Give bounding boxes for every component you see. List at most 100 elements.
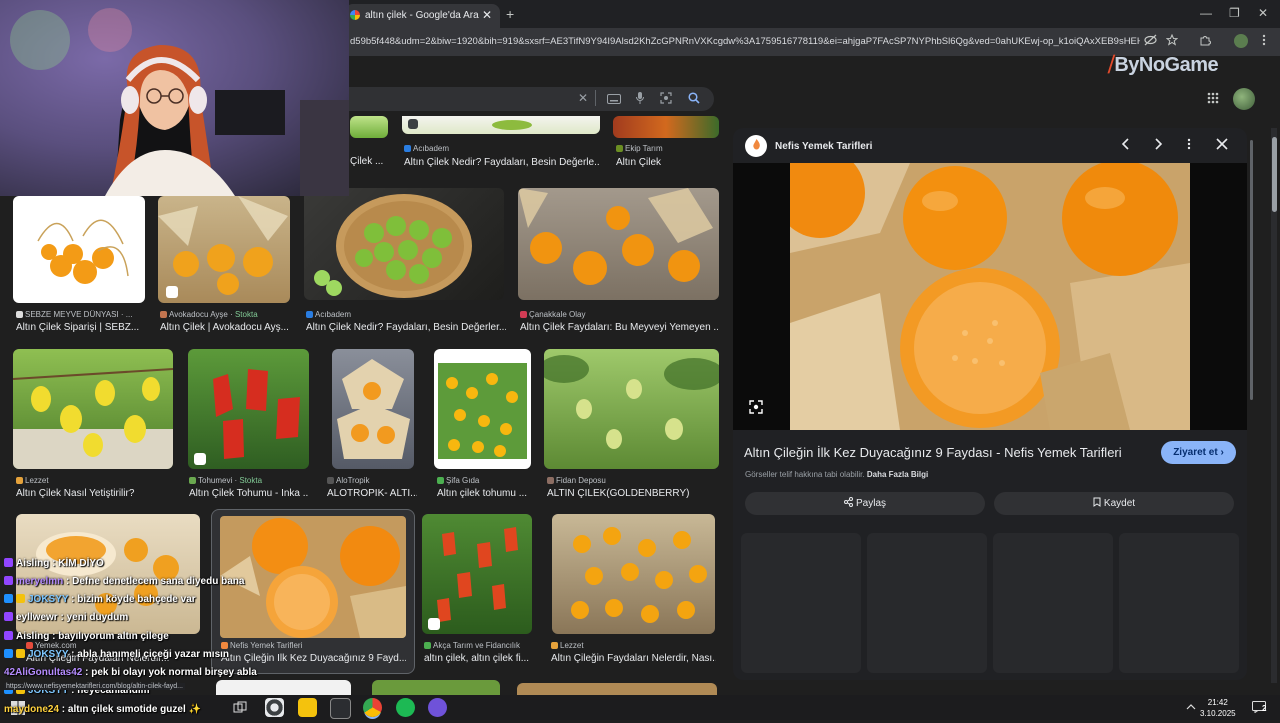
lens-icon[interactable] xyxy=(660,92,672,107)
result-source: Acıbadem xyxy=(306,310,506,319)
page-scrollbar-thumb[interactable] xyxy=(1272,137,1277,212)
search-input[interactable] xyxy=(330,87,714,111)
share-button[interactable]: Paylaş xyxy=(745,492,985,515)
chrome-icon[interactable] xyxy=(363,698,382,717)
more-info-link[interactable]: Daha Fazla Bilgi xyxy=(867,470,928,479)
preview-image[interactable] xyxy=(775,148,1190,430)
app-icon[interactable] xyxy=(330,698,351,719)
image-tile-sebze[interactable] xyxy=(13,196,145,303)
keyboard-icon[interactable] xyxy=(607,93,621,107)
chevron-right-icon: › xyxy=(1220,447,1224,458)
result-caption[interactable]: altın çilek, altın çilek fi... xyxy=(424,653,534,664)
task-view-icon[interactable] xyxy=(230,698,249,717)
result-caption[interactable]: Altın çilek tohumu ... xyxy=(437,488,532,499)
result-caption[interactable]: Altın Çilek | Avokadocu Ayş... xyxy=(160,322,290,333)
clock-time: 21:42 xyxy=(1207,698,1228,707)
image-tile-tohumevi[interactable] xyxy=(188,349,309,469)
image-tile-acibadem-top[interactable] xyxy=(402,116,600,134)
watermark-text: ByNoGame xyxy=(1114,54,1219,76)
clear-search-icon[interactable]: ✕ xyxy=(578,91,588,105)
restore-button[interactable]: ❐ xyxy=(1229,6,1240,20)
result-caption-partial[interactable]: Çilek ... xyxy=(350,156,390,167)
image-tile-avokadocu[interactable] xyxy=(158,196,290,303)
result-source: Lezzet xyxy=(16,476,166,485)
result-caption[interactable]: Altın Çilek Nedir? Faydaları, Besin Değe… xyxy=(306,322,506,333)
image-tile-sifa[interactable] xyxy=(434,349,531,469)
panel-scrollbar[interactable] xyxy=(1250,140,1253,400)
system-clock[interactable]: 21:42 3.10.2025 xyxy=(1200,697,1236,719)
tab-title: altın çilek - Google'da Ara xyxy=(365,10,479,21)
image-tile-alotropik[interactable] xyxy=(332,349,414,469)
save-button[interactable]: Kaydet xyxy=(994,492,1234,515)
spotify-icon[interactable] xyxy=(396,698,415,717)
result-caption[interactable]: Altın Çileğin İlk Kez Duyacağınız 9 Fayd… xyxy=(221,653,406,664)
result-source: Avokadocu Ayşe · Stokta xyxy=(160,310,295,319)
minimize-button[interactable]: — xyxy=(1200,6,1212,20)
chat-badge-icon xyxy=(4,576,13,585)
image-tile-acibadem[interactable] xyxy=(304,188,504,300)
image-tile-partial[interactable] xyxy=(517,683,717,695)
app-icon[interactable] xyxy=(428,698,447,717)
bynogame-watermark: ⧸ByNoGame xyxy=(1108,54,1219,77)
share-icon xyxy=(843,497,853,507)
image-tile-partial[interactable] xyxy=(350,116,388,138)
result-caption[interactable]: ALOTROPİK- ALTI... xyxy=(327,488,417,499)
chevron-left-icon[interactable] xyxy=(1121,137,1131,154)
microphone-icon[interactable] xyxy=(636,92,644,107)
kebab-menu-icon[interactable] xyxy=(1262,34,1266,49)
image-tile-ekip-top[interactable] xyxy=(613,116,719,138)
result-source: SEBZE MEYVE DÜNYASI · ... xyxy=(16,310,144,319)
result-caption[interactable]: Altın Çilek xyxy=(616,157,716,168)
eye-off-icon[interactable] xyxy=(1144,34,1157,49)
new-tab-button[interactable]: + xyxy=(506,6,514,22)
image-tile-lezzet[interactable] xyxy=(13,349,173,469)
result-caption[interactable]: Altın Çilek Siparişi | SEBZ... xyxy=(16,322,144,333)
google-account-avatar[interactable] xyxy=(1233,88,1255,110)
image-tile-partial[interactable] xyxy=(216,680,351,695)
chat-message: eyllwewr : yeni duydum xyxy=(4,612,128,623)
google-apps-icon[interactable] xyxy=(1207,91,1219,107)
chevron-right-icon[interactable] xyxy=(1153,137,1163,154)
result-caption[interactable]: Altın Çilek Tohumu - İnka ... xyxy=(189,488,309,499)
file-explorer-icon[interactable] xyxy=(298,698,317,717)
chat-message: 42AliGonultas42 : pek bi olayı yok norma… xyxy=(4,667,257,678)
result-caption[interactable]: Altın Çileğin Faydaları Nelerdir, Nası..… xyxy=(551,653,716,664)
visual-search-icon[interactable] xyxy=(749,400,763,414)
chat-badge-icon xyxy=(4,631,13,640)
chevron-up-icon[interactable] xyxy=(1186,702,1196,712)
result-caption[interactable]: Altın Çilek Nasıl Yetiştirilir? xyxy=(16,488,171,499)
extensions-icon[interactable] xyxy=(1199,34,1211,49)
result-caption[interactable]: ALTIN ÇİLEK(GOLDENBERRY) xyxy=(547,488,717,499)
url-field[interactable]: d59b5f448&udm=2&biw=1920&bih=919&sxsrf=A… xyxy=(350,36,1140,47)
panel-source-name[interactable]: Nefis Yemek Tarifleri xyxy=(775,141,872,152)
obs-icon[interactable] xyxy=(265,698,284,717)
chat-message: Aisling : KİM DİYO xyxy=(4,558,104,569)
image-tile-fidan[interactable] xyxy=(544,349,719,469)
preview-title[interactable]: Altın Çileğin İlk Kez Duyacağınız 9 Fayd… xyxy=(744,445,1122,460)
image-tile-canakkale[interactable] xyxy=(518,188,719,300)
search-divider xyxy=(595,90,596,106)
result-source: Ekip Tarım xyxy=(616,144,716,153)
notification-count: 2 xyxy=(1262,704,1267,713)
browser-tab[interactable]: altın çilek - Google'da Ara ✕ xyxy=(345,4,500,28)
image-tile-akca[interactable] xyxy=(422,514,532,634)
result-caption[interactable]: Altın Çilek Nedir? Faydaları, Besin Değe… xyxy=(404,157,600,168)
bookmark-star-icon[interactable] xyxy=(1165,33,1179,49)
image-tile-partial[interactable] xyxy=(372,680,500,695)
visit-label: Ziyaret et xyxy=(1173,447,1218,458)
search-icon[interactable] xyxy=(688,92,700,107)
image-tile-lezzet-2[interactable] xyxy=(552,514,715,634)
close-panel-icon[interactable] xyxy=(1216,137,1228,154)
status-url: https://www.nefisyemektarifleri.com/blog… xyxy=(4,683,186,690)
visit-button[interactable]: Ziyaret et › xyxy=(1161,441,1236,464)
result-source: Çanakkale Olay xyxy=(520,310,720,319)
profile-avatar[interactable] xyxy=(1234,34,1248,48)
window-close-button[interactable]: ✕ xyxy=(1258,6,1268,20)
chat-badge-icon xyxy=(4,612,13,621)
chat-badge-icon xyxy=(16,649,25,658)
clock-date: 3.10.2025 xyxy=(1200,709,1236,718)
image-badge-icon xyxy=(194,453,206,465)
tab-close-icon[interactable]: ✕ xyxy=(482,8,492,22)
result-caption[interactable]: Altın Çilek Faydaları: Bu Meyveyi Yemeye… xyxy=(520,322,718,333)
more-options-icon[interactable] xyxy=(1187,137,1191,154)
